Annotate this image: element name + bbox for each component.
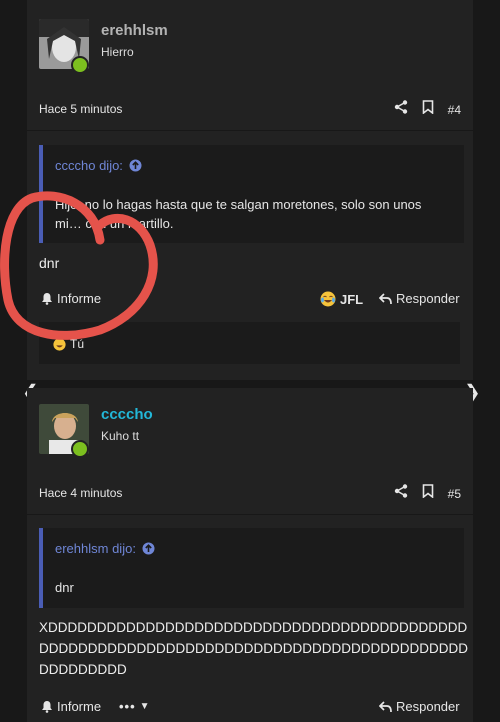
post-number[interactable]: #5 (448, 487, 461, 501)
bookmark-icon[interactable] (422, 484, 434, 503)
crying-laughing-emoji-icon (320, 291, 336, 307)
username[interactable]: erehhlsm (101, 22, 168, 39)
user-title: Kuho tt (101, 429, 140, 443)
share-icon[interactable] (394, 100, 408, 119)
ellipsis-icon: ••• (119, 699, 136, 714)
post-5: ccccho Kuho tt Hace 4 minutos #5 erehhls… (27, 388, 473, 722)
reply-button[interactable]: Responder (379, 291, 460, 306)
online-status-dot (71, 440, 89, 458)
bell-icon (42, 701, 52, 713)
arrow-up-circle-icon[interactable] (142, 542, 155, 555)
quote-block: erehhlsm dijo: dnr (39, 528, 464, 608)
caret-down-icon: ▼ (139, 701, 150, 712)
post-number[interactable]: #4 (448, 103, 461, 117)
more-options-button[interactable]: ••• ▼ (119, 699, 150, 714)
reply-button[interactable]: Responder (379, 699, 460, 714)
report-button[interactable]: Informe (41, 699, 101, 714)
post-meta: Hace 5 minutos #4 (27, 90, 473, 131)
username[interactable]: ccccho (101, 406, 153, 423)
post-meta: Hace 4 minutos #5 (27, 474, 473, 515)
post-time[interactable]: Hace 4 minutos (39, 486, 122, 500)
post-time[interactable]: Hace 5 minutos (39, 102, 122, 116)
user-title: Hierro (101, 45, 134, 59)
quote-author[interactable]: erehhlsm dijo: (55, 541, 155, 556)
reaction-summary[interactable]: JFL (320, 291, 363, 307)
bookmark-icon[interactable] (422, 100, 434, 119)
online-status-dot (71, 56, 89, 74)
red-circle-annotation (0, 191, 158, 340)
post-message: XDDDDDDDDDDDDDDDDDDDDDDDDDDDDDDDDDDDDDDD… (39, 620, 468, 677)
quote-text: dnr (55, 580, 74, 595)
share-icon[interactable] (394, 484, 408, 503)
reply-arrow-icon (379, 700, 392, 712)
reply-arrow-icon (379, 292, 392, 304)
